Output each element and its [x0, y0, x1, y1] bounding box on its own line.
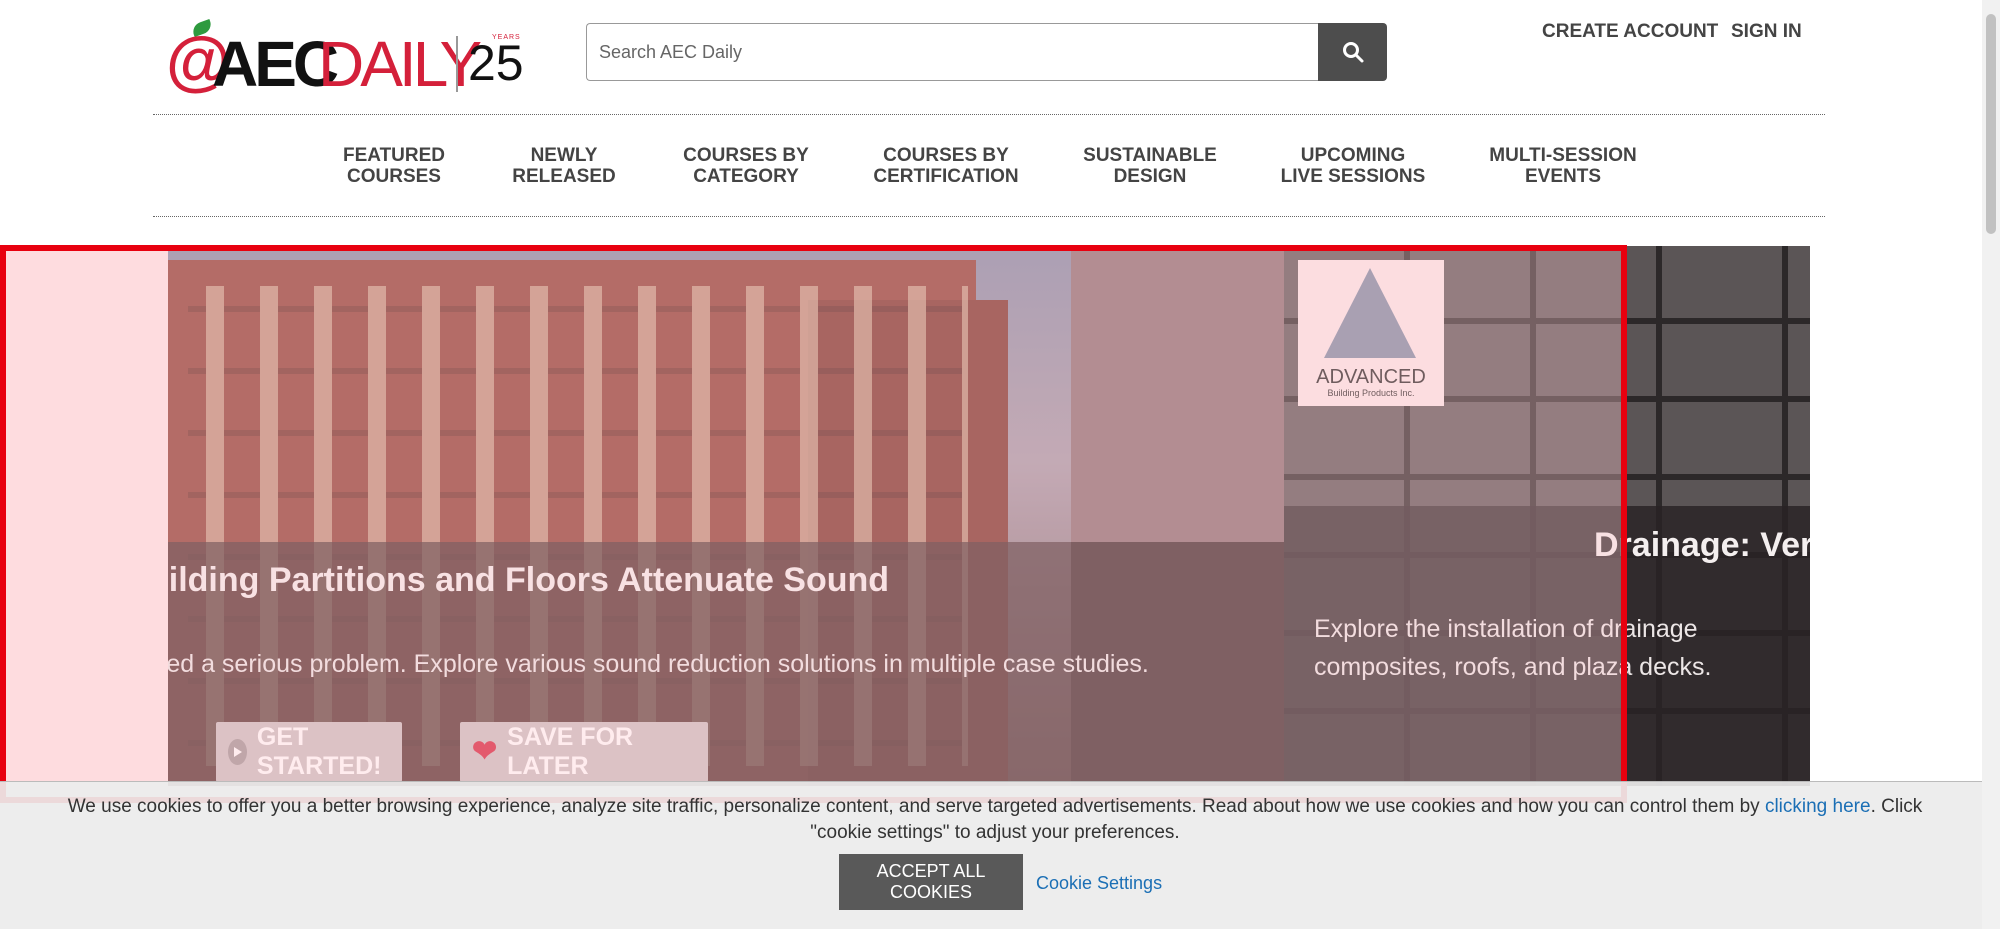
nav-newly-released[interactable]: NEWLY RELEASED: [512, 145, 615, 187]
nav-courses-by-category[interactable]: COURSES BY CATEGORY: [683, 145, 809, 187]
slide-title: uilding Partitions and Floors Attenuate …: [168, 561, 890, 599]
search-icon: [1342, 42, 1363, 63]
main-nav: FEATURED COURSES NEWLY RELEASED COURSES …: [0, 145, 2000, 191]
sign-in-link[interactable]: SIGN IN: [1731, 21, 1802, 43]
nav-upcoming-live-sessions[interactable]: UPCOMING LIVE SESSIONS: [1281, 145, 1426, 187]
slide-description: red a serious problem. Explore various s…: [168, 650, 1149, 678]
hero-carousel: uilding Partitions and Floors Attenuate …: [168, 246, 1810, 786]
page-scrollbar[interactable]: [1982, 0, 2000, 929]
cookie-policy-link[interactable]: clicking here: [1765, 796, 1871, 817]
slide-description: Explore the installation of drainage com…: [1314, 615, 1712, 681]
cookie-banner: We use cookies to offer you a better bro…: [0, 781, 1982, 929]
carousel-slide-sound[interactable]: uilding Partitions and Floors Attenuate …: [168, 246, 1284, 786]
get-started-button[interactable]: GET STARTED!: [216, 722, 402, 782]
save-for-later-label: SAVE FOR LATER: [507, 723, 634, 780]
nav-featured-courses[interactable]: FEATURED COURSES: [343, 145, 445, 187]
header-divider-bottom: [153, 216, 1825, 217]
heart-icon: ❤: [472, 735, 498, 768]
logo-anniversary-number: 25: [468, 35, 524, 91]
slide-title: Drainage: Verti: [1594, 526, 1810, 564]
search-input[interactable]: [586, 23, 1320, 81]
vendor-subtitle: Building Products Inc.: [1327, 388, 1415, 398]
carousel-slide-drainage[interactable]: ADVANCED Building Products Inc. Drainage…: [1284, 246, 1810, 786]
scrollbar-thumb[interactable]: [1986, 14, 1996, 234]
accept-all-cookies-button[interactable]: ACCEPT ALL COOKIES: [839, 854, 1023, 910]
logo-divider: [456, 36, 458, 92]
search-button[interactable]: [1318, 23, 1387, 81]
get-started-label: GET STARTED!: [256, 723, 382, 780]
slide-accent-panel: [1071, 246, 1284, 542]
aecdaily-logo[interactable]: @ AEC DAILY YEARS 25: [166, 18, 524, 100]
nav-sustainable-design[interactable]: SUSTAINABLE DESIGN: [1083, 145, 1217, 187]
cookie-message-text: We use cookies to offer you a better bro…: [67, 796, 1765, 817]
advanced-building-products-logo: ADVANCED Building Products Inc.: [1298, 260, 1444, 406]
cookie-settings-link[interactable]: Cookie Settings: [1036, 873, 1162, 894]
play-icon: [228, 739, 247, 765]
nav-courses-by-certification[interactable]: COURSES BY CERTIFICATION: [873, 145, 1018, 187]
nav-multi-session-events[interactable]: MULTI-SESSION EVENTS: [1489, 145, 1636, 187]
create-account-link[interactable]: CREATE ACCOUNT: [1542, 21, 1718, 43]
logo-aec-text: AEC: [212, 28, 339, 100]
header-divider-top: [153, 114, 1825, 115]
logo-daily-text: DAILY: [318, 28, 482, 100]
vendor-name: ADVANCED: [1316, 366, 1426, 388]
save-for-later-button[interactable]: ❤ SAVE FOR LATER: [460, 722, 708, 782]
cookie-message: We use cookies to offer you a better bro…: [40, 794, 1950, 846]
highlight-fill: [6, 251, 168, 781]
triangle-logo-icon: [1324, 268, 1416, 358]
